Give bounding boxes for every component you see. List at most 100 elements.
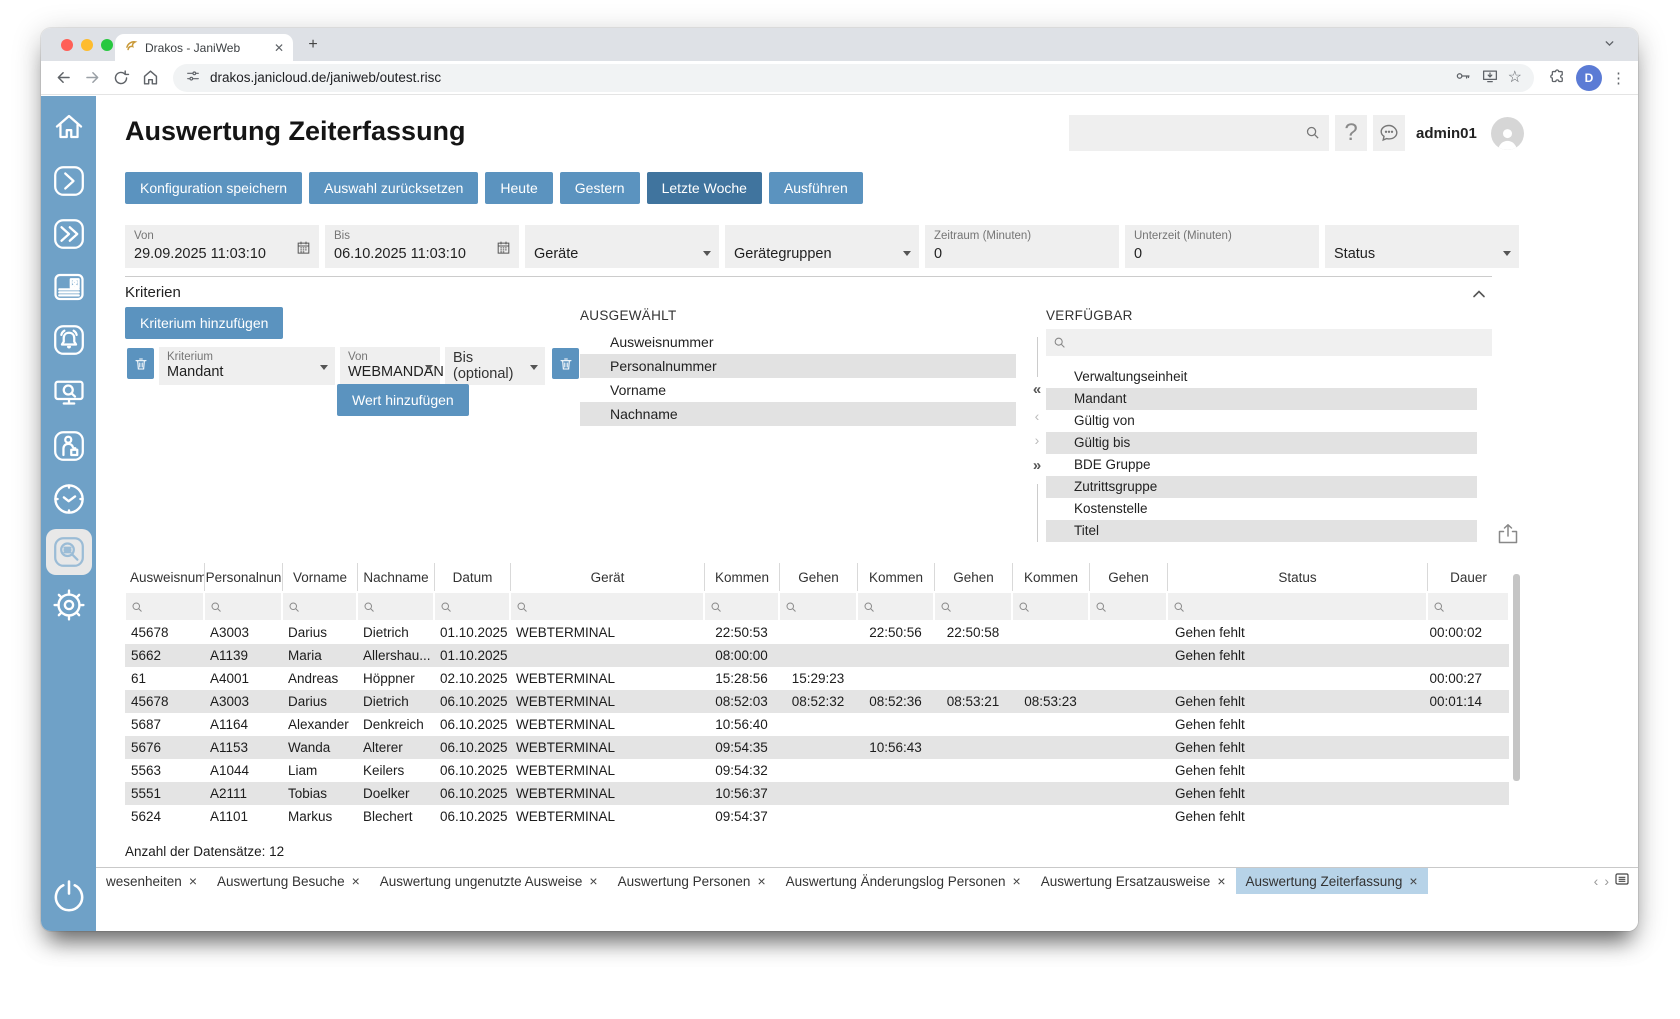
- export-icon[interactable]: [1495, 523, 1521, 550]
- column-filter-input[interactable]: [857, 591, 934, 621]
- forward-icon[interactable]: [82, 68, 102, 88]
- toolbar-button[interactable]: Auswahl zurücksetzen: [309, 172, 478, 204]
- sidebar-gear-icon[interactable]: [46, 582, 92, 628]
- table-row[interactable]: 45678A3003DariusDietrich06.10.2025WEBTER…: [125, 690, 1509, 713]
- toolbar-button[interactable]: Ausführen: [769, 172, 863, 204]
- column-filter-input[interactable]: [1427, 591, 1509, 621]
- tab-list-icon[interactable]: [1614, 871, 1630, 892]
- available-column-item[interactable]: Kostenstelle: [1046, 498, 1477, 520]
- column-filter-input[interactable]: [1012, 591, 1089, 621]
- site-settings-icon[interactable]: [185, 68, 201, 87]
- criterion-select[interactable]: Kriterium Mandant: [159, 347, 335, 385]
- delete-criterion-button[interactable]: [127, 348, 154, 379]
- column-filter-input[interactable]: [204, 591, 282, 621]
- table-row[interactable]: 5624A1101MarkusBlechert06.10.2025WEBTERM…: [125, 805, 1509, 828]
- close-tab-icon[interactable]: ×: [1217, 873, 1225, 889]
- filter-field[interactable]: Zeitraum (Minuten)0: [925, 225, 1119, 268]
- table-column-header[interactable]: Gehen: [1089, 563, 1167, 591]
- sidebar-clock-icon[interactable]: [46, 476, 92, 522]
- workspace-tab[interactable]: Auswertung Besuche×: [207, 868, 370, 894]
- vertical-scrollbar[interactable]: [1513, 574, 1520, 781]
- help-button[interactable]: ?: [1335, 115, 1367, 151]
- zoom-window-button[interactable]: [101, 39, 113, 51]
- table-column-header[interactable]: Datum: [434, 563, 510, 591]
- scroll-tabs-right-icon[interactable]: ›: [1603, 873, 1610, 889]
- url-bar[interactable]: drakos.janicloud.de/janiweb/outest.risc …: [173, 64, 1534, 92]
- toolbar-button[interactable]: Heute: [485, 172, 552, 204]
- sidebar-home-icon[interactable]: [46, 105, 92, 151]
- table-row[interactable]: 5563A1044LiamKeilers06.10.2025WEBTERMINA…: [125, 759, 1509, 782]
- tab-close-icon[interactable]: ✕: [274, 41, 284, 55]
- filter-field[interactable]: Geräte: [525, 225, 719, 268]
- move-all-right-icon[interactable]: »: [1028, 457, 1046, 474]
- filter-field[interactable]: Status: [1325, 225, 1519, 268]
- user-avatar[interactable]: [1491, 117, 1524, 150]
- available-column-item[interactable]: Mandant: [1046, 388, 1477, 410]
- browser-menu-icon[interactable]: ⋮: [1611, 69, 1626, 87]
- sidebar-chevron-icon[interactable]: [46, 158, 92, 204]
- password-key-icon[interactable]: [1454, 67, 1472, 88]
- sidebar-power-icon[interactable]: [50, 878, 88, 921]
- table-column-header[interactable]: Gehen: [934, 563, 1012, 591]
- table-column-header[interactable]: Vorname: [282, 563, 357, 591]
- move-right-icon[interactable]: ›: [1028, 432, 1046, 448]
- table-row[interactable]: 5687A1164AlexanderDenkreich06.10.2025WEB…: [125, 713, 1509, 736]
- close-tab-icon[interactable]: ×: [1409, 873, 1417, 889]
- criterion-to-select[interactable]: Bis (optional): [445, 347, 545, 385]
- available-search-input[interactable]: [1046, 329, 1492, 356]
- selected-column-item[interactable]: Nachname: [580, 402, 1016, 426]
- table-row[interactable]: 61A4001AndreasHöppner02.10.2025WEBTERMIN…: [125, 667, 1509, 690]
- table-column-header[interactable]: Dauer: [1427, 563, 1509, 591]
- global-search-input[interactable]: [1069, 115, 1329, 151]
- url-text[interactable]: drakos.janicloud.de/janiweb/outest.risc: [210, 70, 1445, 85]
- workspace-tab[interactable]: Auswertung Personen×: [608, 868, 776, 894]
- back-icon[interactable]: [53, 68, 73, 88]
- sidebar-bell-icon[interactable]: [46, 317, 92, 363]
- available-column-item[interactable]: BDE Gruppe: [1046, 454, 1477, 476]
- column-filter-input[interactable]: [1089, 591, 1167, 621]
- filter-field[interactable]: Bis06.10.2025 11:03:10: [325, 225, 519, 268]
- column-filter-input[interactable]: [704, 591, 779, 621]
- workspace-tab[interactable]: Auswertung ungenutzte Ausweise×: [370, 868, 608, 894]
- close-window-button[interactable]: [61, 39, 73, 51]
- column-filter-input[interactable]: [510, 591, 704, 621]
- table-column-header[interactable]: Nachname: [357, 563, 434, 591]
- sidebar-double-chevron-icon[interactable]: [46, 211, 92, 257]
- table-column-header[interactable]: Kommen: [857, 563, 934, 591]
- add-criterion-button[interactable]: Kriterium hinzufügen: [125, 307, 283, 339]
- workspace-tab[interactable]: Auswertung Änderungslog Personen×: [776, 868, 1031, 894]
- column-filter-input[interactable]: [357, 591, 434, 621]
- close-tab-icon[interactable]: ×: [1013, 873, 1021, 889]
- collapse-section-icon[interactable]: [1472, 286, 1486, 304]
- available-column-item[interactable]: Gültig von: [1046, 410, 1477, 432]
- workspace-tab[interactable]: wesenheiten×: [96, 868, 207, 894]
- close-tab-icon[interactable]: ×: [189, 873, 197, 889]
- delete-value-button[interactable]: [552, 348, 579, 379]
- table-column-header[interactable]: Ausweisnum: [125, 563, 204, 591]
- table-column-header[interactable]: Kommen: [704, 563, 779, 591]
- reload-icon[interactable]: [111, 68, 131, 88]
- sidebar-monitor-search-icon[interactable]: [46, 370, 92, 416]
- browser-profile-avatar[interactable]: D: [1576, 65, 1602, 91]
- bookmark-star-icon[interactable]: ☆: [1508, 70, 1522, 86]
- criterion-from-select[interactable]: Von WEBMANDAN: [340, 347, 440, 385]
- selected-column-item[interactable]: Ausweisnummer: [580, 330, 1016, 354]
- table-column-header[interactable]: Status: [1167, 563, 1427, 591]
- table-row[interactable]: 5662A1139MariaAllershau...01.10.202508:0…: [125, 644, 1509, 667]
- column-filter-input[interactable]: [434, 591, 510, 621]
- table-column-header[interactable]: Kommen: [1012, 563, 1089, 591]
- column-filter-input[interactable]: [1167, 591, 1427, 621]
- extensions-puzzle-icon[interactable]: [1547, 68, 1567, 88]
- toolbar-button[interactable]: Gestern: [560, 172, 640, 204]
- selected-column-item[interactable]: Vorname: [580, 378, 1016, 402]
- table-row[interactable]: 5676A1153WandaAlterer06.10.2025WEBTERMIN…: [125, 736, 1509, 759]
- table-column-header[interactable]: Personalnun: [204, 563, 282, 591]
- chat-button[interactable]: [1373, 115, 1405, 151]
- close-tab-icon[interactable]: ×: [589, 873, 597, 889]
- install-app-icon[interactable]: [1481, 67, 1499, 88]
- workspace-tab[interactable]: Auswertung Zeiterfassung×: [1236, 868, 1428, 894]
- tab-search-chevron-icon[interactable]: [1603, 37, 1616, 55]
- move-left-icon[interactable]: ‹: [1028, 408, 1046, 424]
- workspace-tab[interactable]: Auswertung Ersatzausweise×: [1031, 868, 1236, 894]
- table-row[interactable]: 5551A2111TobiasDoelker06.10.2025WEBTERMI…: [125, 782, 1509, 805]
